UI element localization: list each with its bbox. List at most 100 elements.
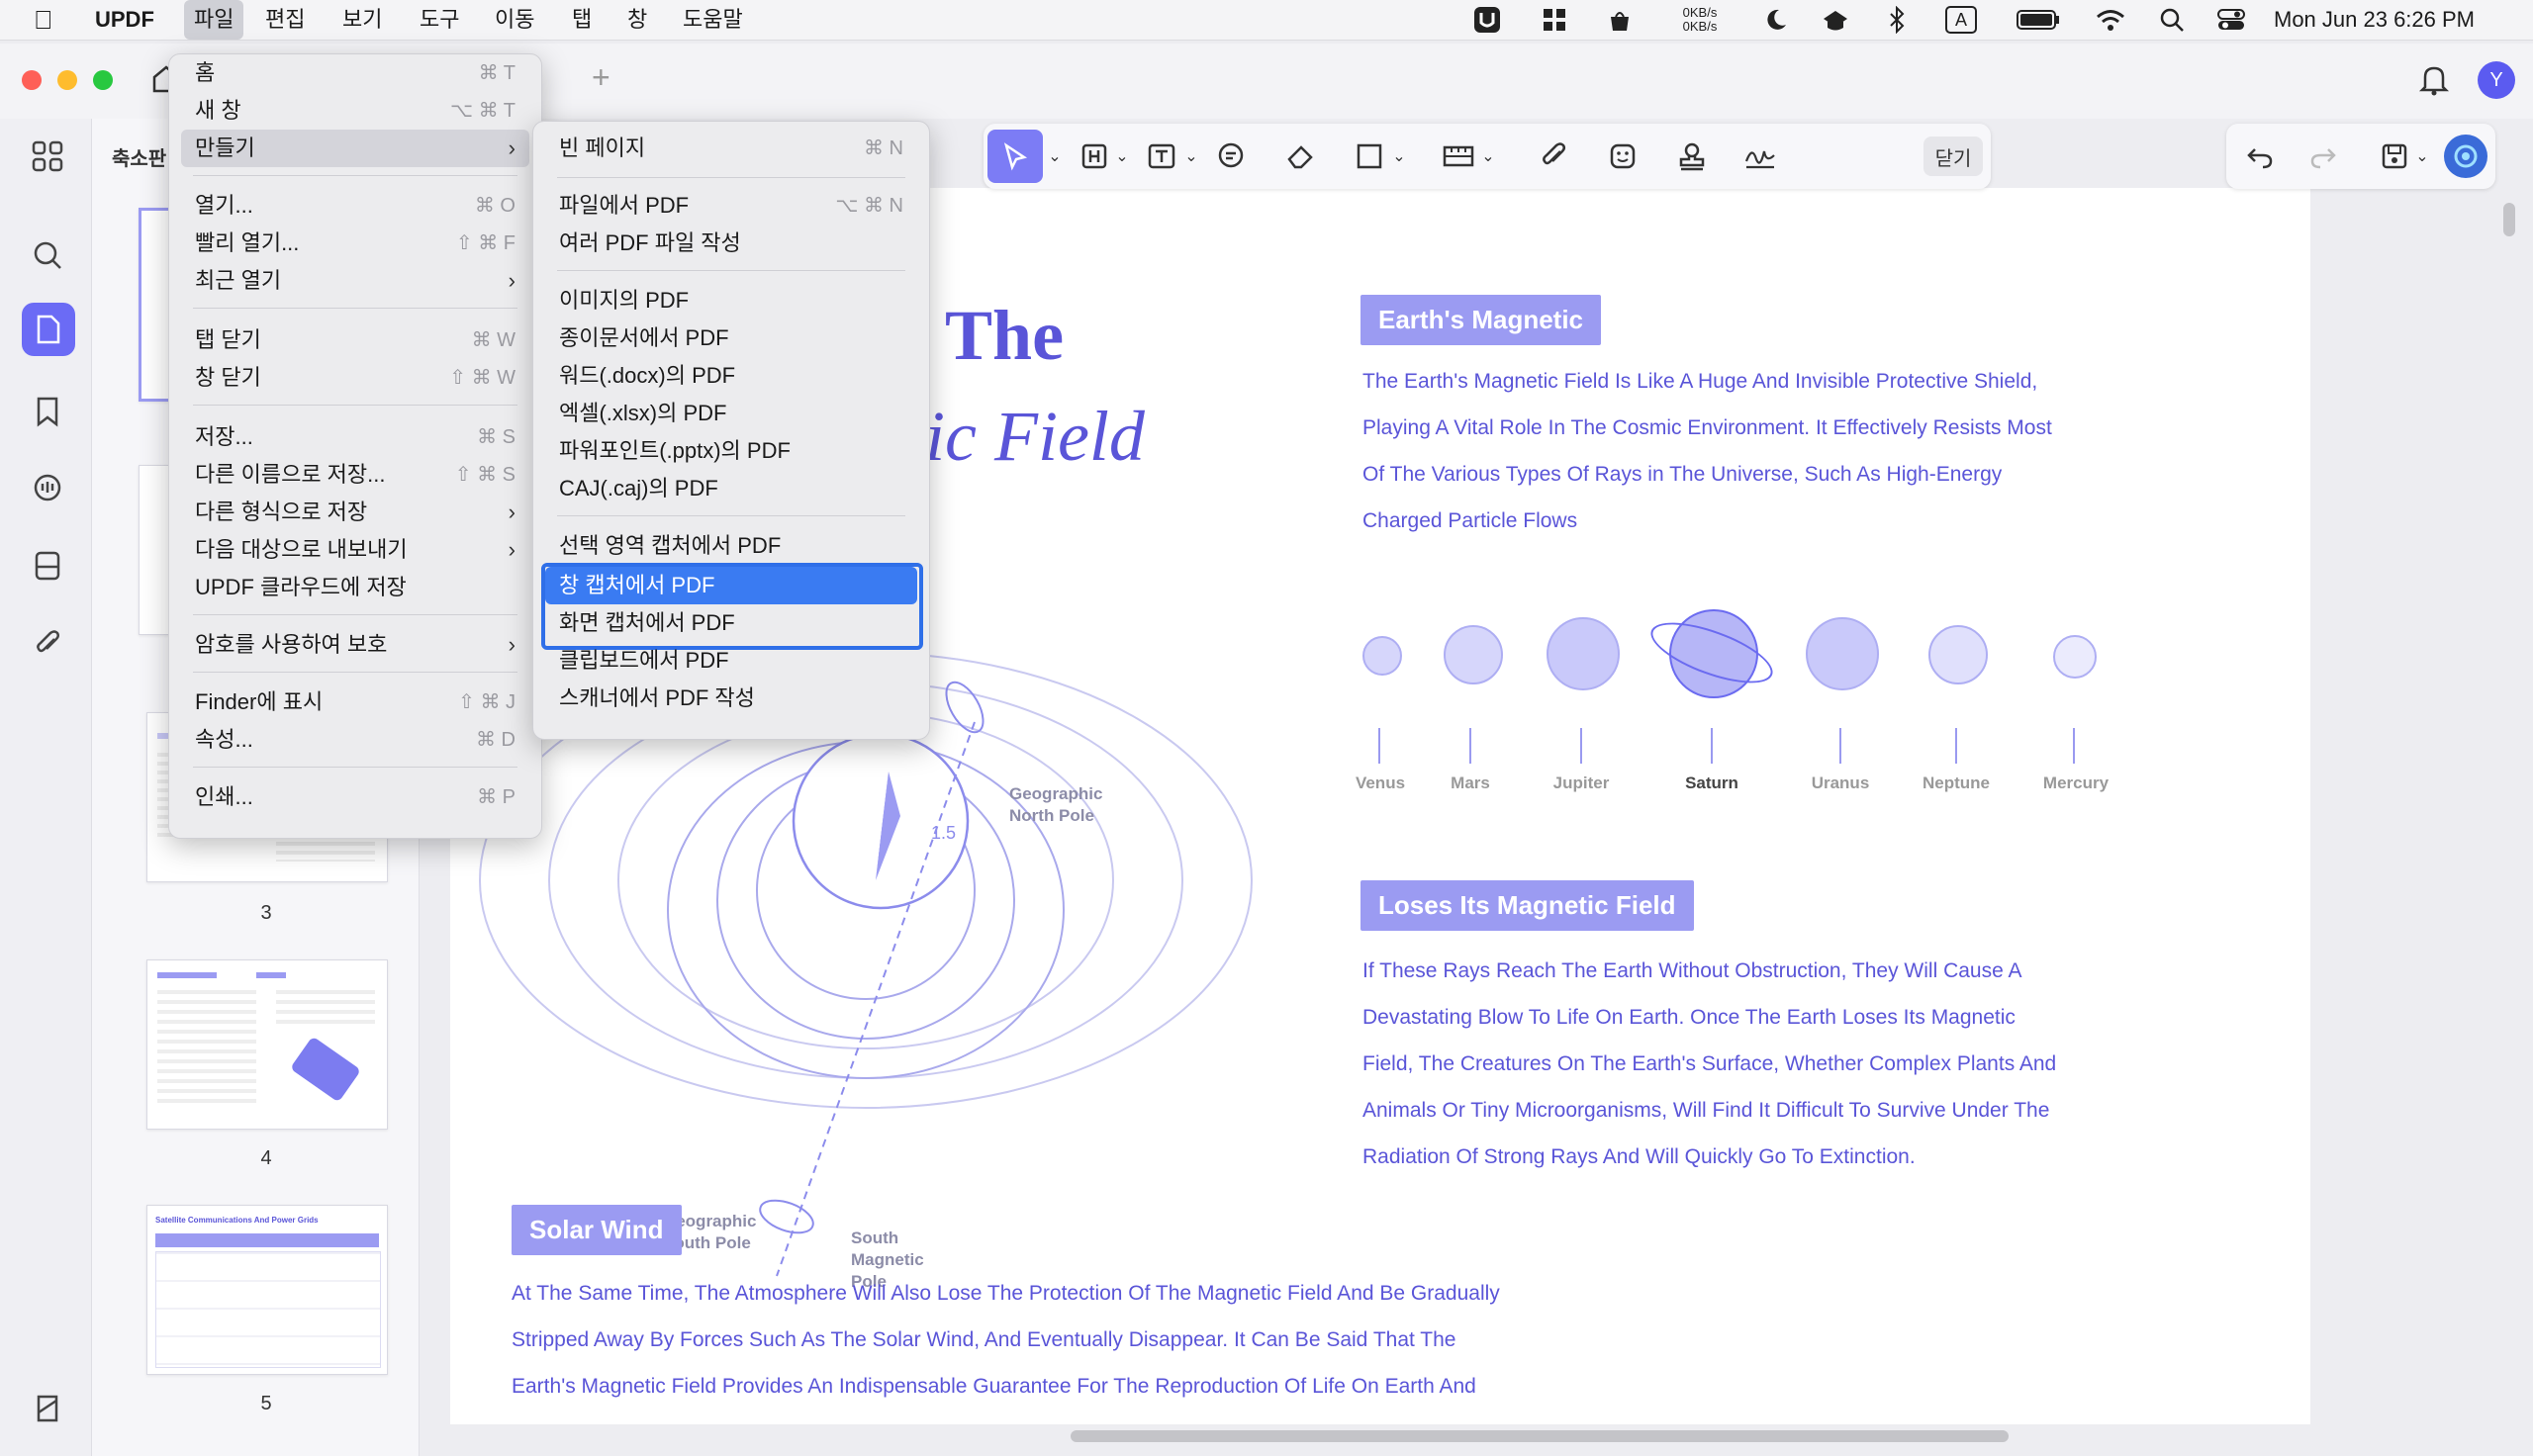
stamp-tool-icon[interactable] xyxy=(1672,136,1712,176)
vertical-scrollbar[interactable] xyxy=(2503,203,2515,236)
chevron-down-icon[interactable]: ⌄ xyxy=(1112,136,1132,176)
menu-item-print[interactable]: 인쇄... ⌘ P xyxy=(181,778,529,816)
updf-tray-icon[interactable] xyxy=(1470,4,1504,36)
diagram-label: Magnetic xyxy=(851,1250,924,1269)
thumbnail-page-2[interactable] xyxy=(139,465,170,635)
menu-tab[interactable]: 탭 xyxy=(572,0,592,40)
control-center-icon[interactable] xyxy=(2214,4,2248,36)
chevron-down-icon[interactable]: ⌄ xyxy=(1045,136,1065,176)
menu-item-create[interactable]: 만들기 › xyxy=(181,130,529,167)
menu-item-export[interactable]: 다음 대상으로 내보내기 › xyxy=(181,531,529,569)
ai-assistant-icon[interactable] xyxy=(2444,135,2487,178)
submenu-item-pdf-from-paper[interactable]: 종이문서에서 PDF xyxy=(545,319,917,357)
notification-bell-icon[interactable] xyxy=(2416,61,2452,97)
highlight-tool-icon[interactable] xyxy=(1075,136,1114,176)
sticker-tool-icon[interactable] xyxy=(1603,136,1642,176)
tools-grid-icon[interactable] xyxy=(26,135,69,178)
menu-item-new-window[interactable]: 새 창 ⌥ ⌘ T xyxy=(181,92,529,130)
menu-tools[interactable]: 도구 xyxy=(420,0,459,40)
select-tool-icon[interactable] xyxy=(987,130,1043,183)
window-zoom-button[interactable] xyxy=(93,70,113,90)
menu-item-quick-open[interactable]: 빨리 열기... ⇧ ⌘ F xyxy=(181,225,529,262)
app-menu[interactable]: UPDF xyxy=(95,0,154,40)
user-avatar[interactable]: Y xyxy=(2478,61,2515,99)
menu-item-close-window[interactable]: 창 닫기 ⇧ ⌘ W xyxy=(181,359,529,397)
sidebar-toggle-icon[interactable] xyxy=(26,1387,69,1430)
submenu-item-pdf-from-powerpoint[interactable]: 파워포인트(.pptx)의 PDF xyxy=(545,432,917,470)
submenu-item-blank-page[interactable]: 빈 페이지 ⌘ N xyxy=(545,130,917,167)
rectangle-tool-icon[interactable] xyxy=(1350,136,1389,176)
paperclip-icon[interactable] xyxy=(26,621,69,665)
apple-icon[interactable]:  xyxy=(34,0,53,40)
submenu-item-combine-files[interactable]: 여러 PDF 파일 작성 xyxy=(545,225,917,262)
menu-item-home[interactable]: 홈 ⌘ T xyxy=(181,54,529,92)
submenu-item-pdf-from-caj[interactable]: CAJ(.caj)의 PDF xyxy=(545,470,917,507)
menu-item-save-as[interactable]: 다른 이름으로 저장... ⇧ ⌘ S xyxy=(181,456,529,494)
menu-help[interactable]: 도움말 xyxy=(683,0,743,40)
submenu-item-pdf-from-file[interactable]: 파일에서 PDF ⌥ ⌘ N xyxy=(545,187,917,225)
chevron-down-icon[interactable]: ⌄ xyxy=(1389,136,1409,176)
menu-edit[interactable]: 편집 xyxy=(265,0,305,40)
chevron-down-icon[interactable]: ⌄ xyxy=(1478,136,1498,176)
menu-window[interactable]: 창 xyxy=(627,0,647,40)
redo-icon[interactable] xyxy=(2303,136,2343,176)
submenu-item-pdf-from-excel[interactable]: 엑셀(.xlsx)의 PDF xyxy=(545,395,917,432)
submenu-item-scanner[interactable]: 스캐너에서 PDF 작성 xyxy=(545,680,917,717)
submenu-item-clipboard[interactable]: 클립보드에서 PDF xyxy=(545,642,917,680)
moon-tray-icon[interactable] xyxy=(1759,4,1793,36)
clock[interactable]: Mon Jun 23 6:26 PM xyxy=(2274,0,2475,40)
capture-items-focus-ring xyxy=(541,563,923,650)
chevron-down-icon[interactable]: ⌄ xyxy=(1181,136,1201,176)
window-close-button[interactable] xyxy=(22,70,42,90)
thumbnails-icon[interactable] xyxy=(22,303,75,356)
bookmark-icon[interactable] xyxy=(26,390,69,433)
comments-icon[interactable] xyxy=(26,467,69,510)
grid-tray-icon[interactable] xyxy=(1538,4,1571,36)
save-icon[interactable] xyxy=(2375,136,2414,176)
menu-view[interactable]: 보기 xyxy=(342,0,382,40)
section-body-line: Radiation Of Strong Rays And Will Quickl… xyxy=(1362,1145,1916,1168)
text-box-tool-icon[interactable] xyxy=(1142,136,1181,176)
section-heading: Solar Wind xyxy=(512,1205,682,1255)
menu-item-recent[interactable]: 최근 열기 › xyxy=(181,262,529,300)
menu-item-save-to-cloud[interactable]: UPDF 클라우드에 저장 xyxy=(181,569,529,606)
chevron-down-icon[interactable]: ⌄ xyxy=(2412,136,2432,176)
measure-tool-icon[interactable] xyxy=(1439,136,1478,176)
bag-tray-icon[interactable] xyxy=(1603,4,1637,36)
menu-item-close-tab[interactable]: 탭 닫기 ⌘ W xyxy=(181,321,529,359)
menu-item-label: 워드(.docx)의 PDF xyxy=(559,363,736,388)
hat-tray-icon[interactable] xyxy=(1819,4,1852,36)
attachments-panel-icon[interactable] xyxy=(26,544,69,588)
attachment-tool-icon[interactable] xyxy=(1534,136,1573,176)
bluetooth-icon[interactable] xyxy=(1882,4,1912,36)
thumbnail-page-4[interactable] xyxy=(146,959,388,1130)
input-source[interactable]: A xyxy=(1939,4,1983,36)
wifi-icon[interactable] xyxy=(2094,4,2127,36)
planet-jupiter xyxy=(1547,617,1620,690)
undo-icon[interactable] xyxy=(2240,136,2280,176)
search-icon[interactable] xyxy=(26,233,69,277)
eraser-tool-icon[interactable] xyxy=(1280,136,1320,176)
create-submenu: 빈 페이지 ⌘ N 파일에서 PDF ⌥ ⌘ N 여러 PDF 파일 작성 이미지의… xyxy=(532,121,930,740)
menu-go[interactable]: 이동 xyxy=(495,0,534,40)
menu-item-properties[interactable]: 속성... ⌘ D xyxy=(181,721,529,759)
menu-item-open[interactable]: 열기... ⌘ O xyxy=(181,187,529,225)
horizontal-scrollbar[interactable] xyxy=(1071,1430,2009,1442)
submenu-item-selection-capture[interactable]: 선택 영역 캡처에서 PDF xyxy=(545,527,917,565)
submenu-item-pdf-from-image[interactable]: 이미지의 PDF xyxy=(545,282,917,319)
section-body-line: Animals Or Tiny Microorganisms, Will Fin… xyxy=(1362,1099,2050,1122)
window-minimize-button[interactable] xyxy=(57,70,77,90)
thumbnail-page-5[interactable]: Satellite Communications And Power Grids xyxy=(146,1205,388,1375)
signature-tool-icon[interactable] xyxy=(1741,136,1781,176)
menu-item-save[interactable]: 저장... ⌘ S xyxy=(181,418,529,456)
menu-item-show-in-finder[interactable]: Finder에 표시 ⇧ ⌘ J xyxy=(181,683,529,721)
menu-item-save-other-format[interactable]: 다른 형식으로 저장 › xyxy=(181,494,529,531)
submenu-item-pdf-from-word[interactable]: 워드(.docx)의 PDF xyxy=(545,357,917,395)
section-body-line: Stripped Away By Forces Such As The Sola… xyxy=(512,1328,1456,1351)
spotlight-search-icon[interactable] xyxy=(2155,4,2189,36)
new-tab-button[interactable]: + xyxy=(592,59,610,96)
menu-item-protect-password[interactable]: 암호를 사용하여 보호 › xyxy=(181,626,529,664)
menu-file[interactable]: 파일 xyxy=(184,0,244,40)
comment-tool-icon[interactable] xyxy=(1211,136,1251,176)
close-toolbar-button[interactable]: 닫기 xyxy=(1923,136,1983,176)
